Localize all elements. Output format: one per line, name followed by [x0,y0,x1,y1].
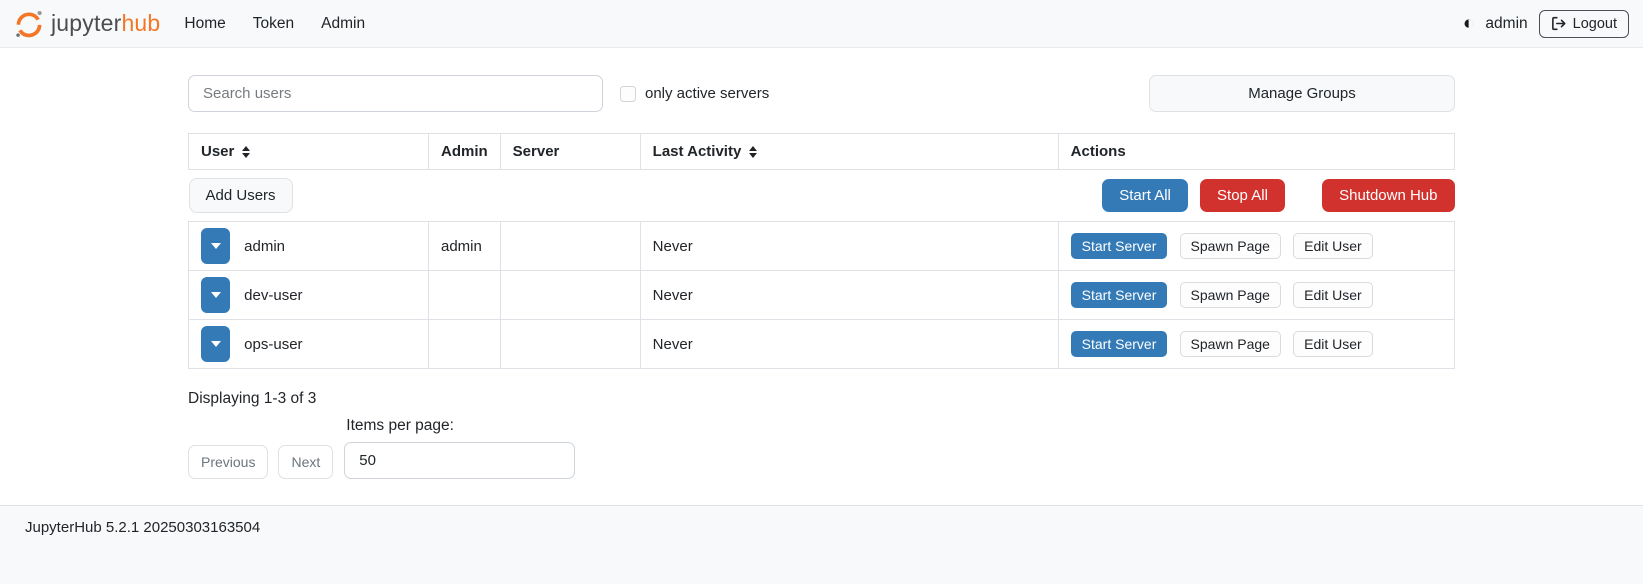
edit-user-button[interactable]: Edit User [1293,233,1373,259]
admin-cell: admin [429,222,501,271]
column-header-admin: Admin [429,134,501,170]
column-header-last-activity[interactable]: Last Activity [640,134,1058,170]
edit-user-button[interactable]: Edit User [1293,331,1373,357]
user-dropdown-toggle[interactable] [201,228,230,264]
main-nav: Home Token Admin [184,15,365,33]
only-active-servers-checkbox[interactable] [620,86,636,102]
top-navbar: jupyterhub Home Token Admin ◐ admin Logo… [0,0,1643,48]
nav-link-admin[interactable]: Admin [321,15,365,33]
only-active-servers-label[interactable]: only active servers [645,85,769,102]
start-server-button[interactable]: Start Server [1071,233,1168,259]
add-users-button[interactable]: Add Users [189,178,293,213]
next-page-button[interactable]: Next [278,445,333,479]
spawn-page-button[interactable]: Spawn Page [1180,233,1281,259]
sort-icon[interactable] [242,146,250,158]
table-header-row: User Admin Server Last Activity Actions [189,134,1455,170]
controls-row: only active servers Manage Groups [188,75,1455,112]
last-activity-cell: Never [640,320,1058,369]
spawn-page-button[interactable]: Spawn Page [1180,331,1281,357]
theme-toggle-icon[interactable]: ◐ [1463,14,1474,33]
logout-icon [1551,16,1566,31]
items-per-page-label: Items per page: [346,417,575,435]
edit-user-button[interactable]: Edit User [1293,282,1373,308]
version-text: JupyterHub 5.2.1 20250303163504 [25,519,260,536]
user-name: dev-user [244,287,302,304]
last-activity-cell: Never [640,271,1058,320]
pagination-summary: Displaying 1-3 of 3 [188,390,1455,408]
nav-link-token[interactable]: Token [253,15,294,33]
jupyterhub-logo[interactable]: jupyterhub [14,9,160,39]
admin-cell [429,271,501,320]
items-per-page-input[interactable] [344,442,575,479]
table-row: dev-user Never Start Server Spawn Page E… [189,271,1455,320]
jupyter-logo-icon [14,9,44,39]
server-cell [500,222,640,271]
admin-panel: only active servers Manage Groups User A… [188,75,1455,479]
start-server-button[interactable]: Start Server [1071,282,1168,308]
table-row: ops-user Never Start Server Spawn Page E… [189,320,1455,369]
manage-groups-button[interactable]: Manage Groups [1149,75,1455,112]
bulk-actions-row: Add Users Start All Stop All Shutdown Hu… [189,170,1455,222]
last-activity-cell: Never [640,222,1058,271]
previous-page-button[interactable]: Previous [188,445,268,479]
nav-link-home[interactable]: Home [184,15,225,33]
stop-all-button[interactable]: Stop All [1200,179,1285,212]
brand-text: jupyterhub [51,10,160,37]
user-dropdown-toggle[interactable] [201,277,230,313]
version-footer: JupyterHub 5.2.1 20250303163504 [0,505,1643,584]
user-dropdown-toggle[interactable] [201,326,230,362]
sort-icon[interactable] [749,146,757,158]
column-header-actions: Actions [1058,134,1454,170]
admin-cell [429,320,501,369]
table-row: admin admin Never Start Server Spawn Pag… [189,222,1455,271]
spawn-page-button[interactable]: Spawn Page [1180,282,1281,308]
search-input[interactable] [188,75,603,112]
start-server-button[interactable]: Start Server [1071,331,1168,357]
column-header-user[interactable]: User [189,134,429,170]
navbar-right: ◐ admin Logout [1463,10,1629,38]
column-header-server: Server [500,134,640,170]
start-all-button[interactable]: Start All [1102,179,1188,212]
caret-down-icon [211,292,221,298]
logout-button[interactable]: Logout [1539,10,1629,38]
user-name: ops-user [244,336,302,353]
users-table: User Admin Server Last Activity Actions … [188,133,1455,369]
shutdown-hub-button[interactable]: Shutdown Hub [1322,179,1454,212]
server-cell [500,320,640,369]
pagination-controls: Previous Next Items per page: [188,417,1455,479]
caret-down-icon [211,341,221,347]
user-header-label: User [201,143,234,160]
caret-down-icon [211,243,221,249]
last-activity-header-label: Last Activity [653,143,742,160]
current-user-label: admin [1485,15,1527,33]
server-cell [500,271,640,320]
user-name: admin [244,238,285,255]
